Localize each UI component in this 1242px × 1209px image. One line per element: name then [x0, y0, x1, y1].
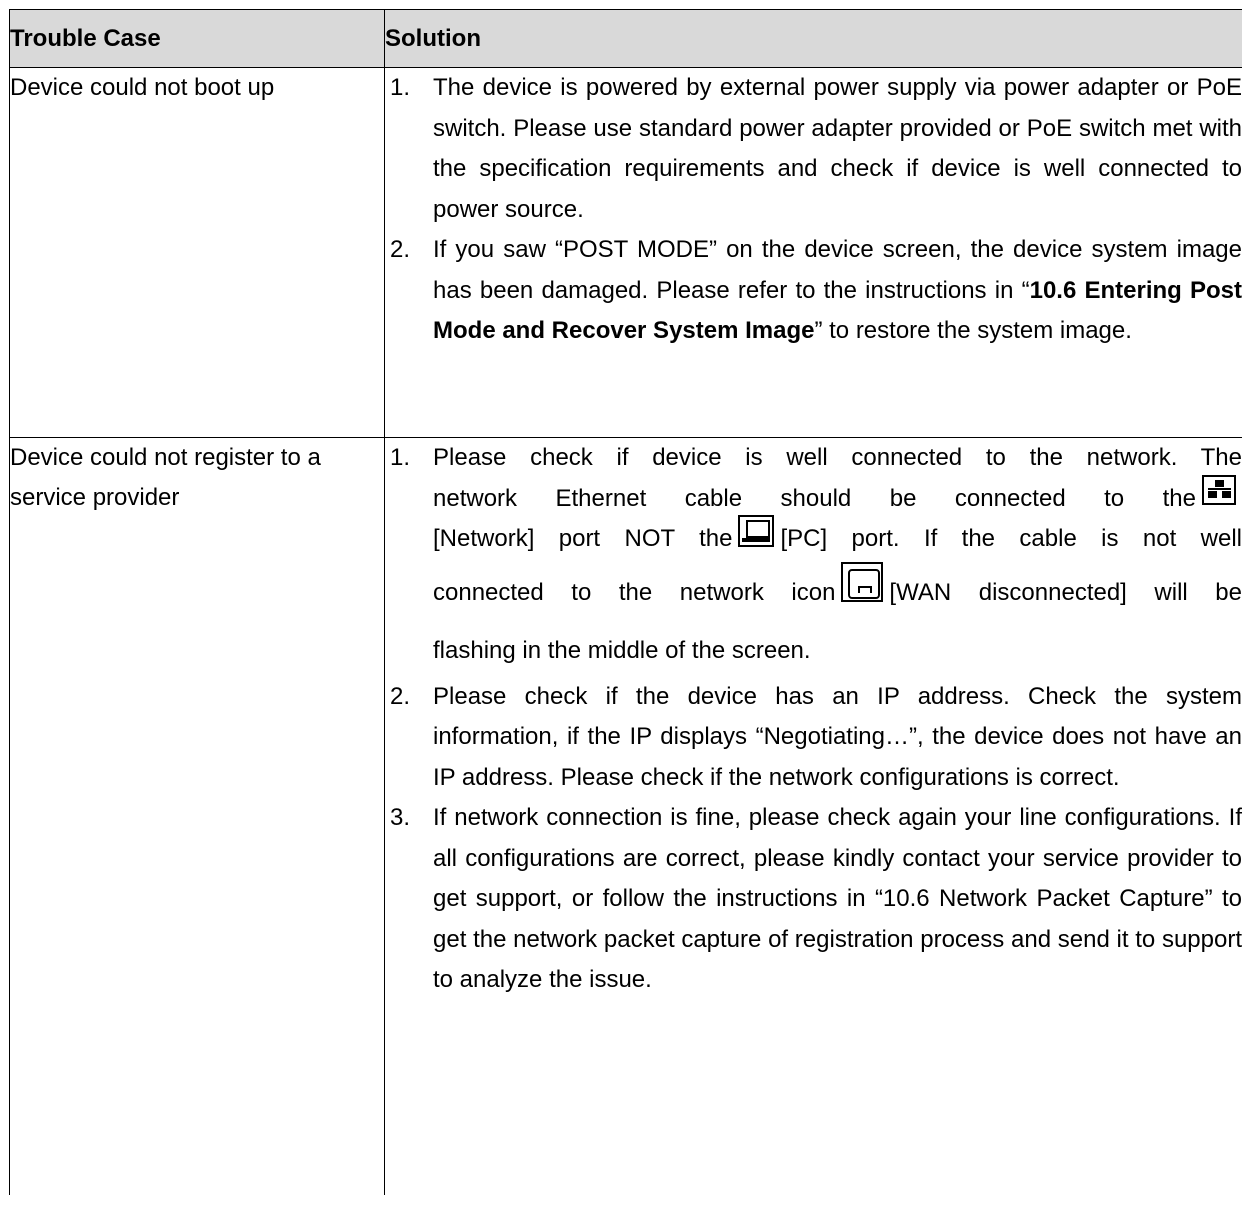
- step-number: 1.: [390, 74, 411, 101]
- solution-steps: 1. The device is powered by external pow…: [385, 68, 1242, 352]
- step-line: flashing in the middle of the screen.: [433, 625, 1242, 677]
- trouble-case-cell: Device could not boot up: [9, 67, 385, 438]
- solution-step: 1. The device is powered by external pow…: [385, 68, 1242, 230]
- pc-port-icon: [738, 514, 775, 547]
- step-line: Please check if device is well connected…: [433, 438, 1242, 479]
- table-header-row: Trouble Case Solution: [9, 9, 1242, 68]
- step-text: [WAN disconnected] will be: [889, 578, 1242, 606]
- header-solution: Solution: [384, 9, 1242, 68]
- troubleshooting-table: Trouble Case Solution Device could not b…: [9, 9, 1242, 1195]
- step-text: flashing in the middle of the screen.: [433, 636, 811, 664]
- solution-cell: 1. Please check if device is well connec…: [384, 437, 1242, 1195]
- header-trouble-case: Trouble Case: [9, 9, 385, 68]
- step-text: connected to the network icon: [433, 578, 836, 606]
- trouble-case-cell: Device could not register to a service p…: [9, 437, 385, 1195]
- step-number: 2.: [390, 682, 411, 710]
- step-text: ” to restore the system image.: [814, 317, 1132, 344]
- solution-cell: 1. The device is powered by external pow…: [384, 67, 1242, 438]
- solution-steps: 1. Please check if device is well connec…: [385, 438, 1242, 1001]
- solution-step: 2. If you saw “POST MODE” on the device …: [385, 230, 1242, 352]
- step-text: The device is powered by external power …: [433, 74, 1242, 223]
- step-text: [Network] port NOT the: [433, 525, 733, 552]
- table-row: Device could not boot up 1. The device i…: [9, 67, 1242, 438]
- step-text: [PC] port. If the cable is not well: [780, 525, 1242, 552]
- solution-step: 1. Please check if device is well connec…: [385, 438, 1242, 677]
- solution-step: 2. Please check if the device has an IP …: [385, 677, 1242, 799]
- solution-step: 3. If network connection is fine, please…: [385, 798, 1242, 1001]
- step-text: If network connection is fine, please ch…: [433, 804, 1242, 993]
- step-number: 1.: [390, 444, 411, 471]
- step-line: [Network] port NOT the [PC] port. If the …: [433, 514, 1242, 560]
- step-text: network Ethernet cable should be connect…: [433, 484, 1196, 512]
- network-port-icon: [1202, 475, 1236, 506]
- step-number: 2.: [390, 236, 411, 263]
- step-line: connected to the network icon [WAN discon…: [433, 560, 1242, 625]
- table-row: Device could not register to a service p…: [9, 437, 1242, 1195]
- wan-disconnected-icon: [841, 562, 884, 603]
- step-line: network Ethernet cable should be connect…: [433, 475, 1242, 520]
- step-text: Please check if device is well connected…: [433, 444, 1242, 471]
- step-text: Please check if the device has an IP add…: [433, 682, 1242, 791]
- step-number: 3.: [390, 804, 411, 831]
